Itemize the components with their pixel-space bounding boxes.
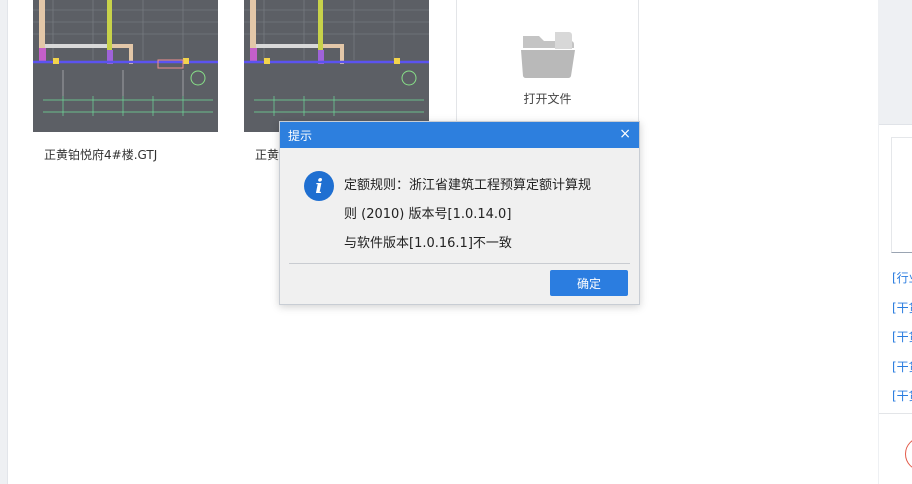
left-sidebar-strip [0, 0, 8, 484]
open-file-button[interactable]: 打开文件 [456, 0, 639, 126]
folder-icon [521, 32, 575, 79]
divider [879, 413, 912, 414]
file-name[interactable]: 正黄铂悦府4#楼.GTJ [255, 146, 279, 163]
file-thumbnail[interactable] [33, 0, 218, 132]
open-file-label: 打开文件 [523, 92, 572, 106]
news-link[interactable]: [干货 [892, 387, 912, 404]
info-icon: i [304, 171, 334, 201]
ok-button[interactable]: 确定 [550, 270, 628, 296]
message-line: 定额规则：浙江省建筑工程预算定额计算规 [344, 178, 592, 193]
file-name[interactable]: 正黄铂悦府4#楼.GTJ [44, 146, 157, 163]
message-line: 则 (2010) 版本号[1.0.14.0] [344, 207, 512, 222]
drawing-preview [244, 0, 429, 132]
dialog-title: 提示 [288, 129, 313, 143]
news-link[interactable]: [干货 [892, 299, 912, 316]
news-link[interactable]: [行业 [892, 269, 912, 286]
right-panel-box [891, 137, 912, 253]
right-panel: [行业 [干货 [干货 [干货 [干货 [879, 124, 912, 484]
alert-dialog: 提示 × i 定额规则：浙江省建筑工程预算定额计算规 则 (2010) 版本号[… [279, 121, 640, 305]
file-thumbnail[interactable] [244, 0, 429, 132]
close-icon[interactable]: × [619, 126, 631, 142]
message-line: 与软件版本[1.0.16.1]不一致 [344, 236, 512, 251]
news-link[interactable]: [干货 [892, 328, 912, 345]
dialog-message: 定额规则：浙江省建筑工程预算定额计算规 则 (2010) 版本号[1.0.14.… [344, 171, 629, 258]
dialog-divider [289, 263, 630, 264]
circle-button[interactable] [905, 437, 912, 471]
drawing-preview [33, 0, 218, 132]
dialog-header: 提示 × [280, 122, 639, 148]
news-link[interactable]: [干货 [892, 358, 912, 375]
